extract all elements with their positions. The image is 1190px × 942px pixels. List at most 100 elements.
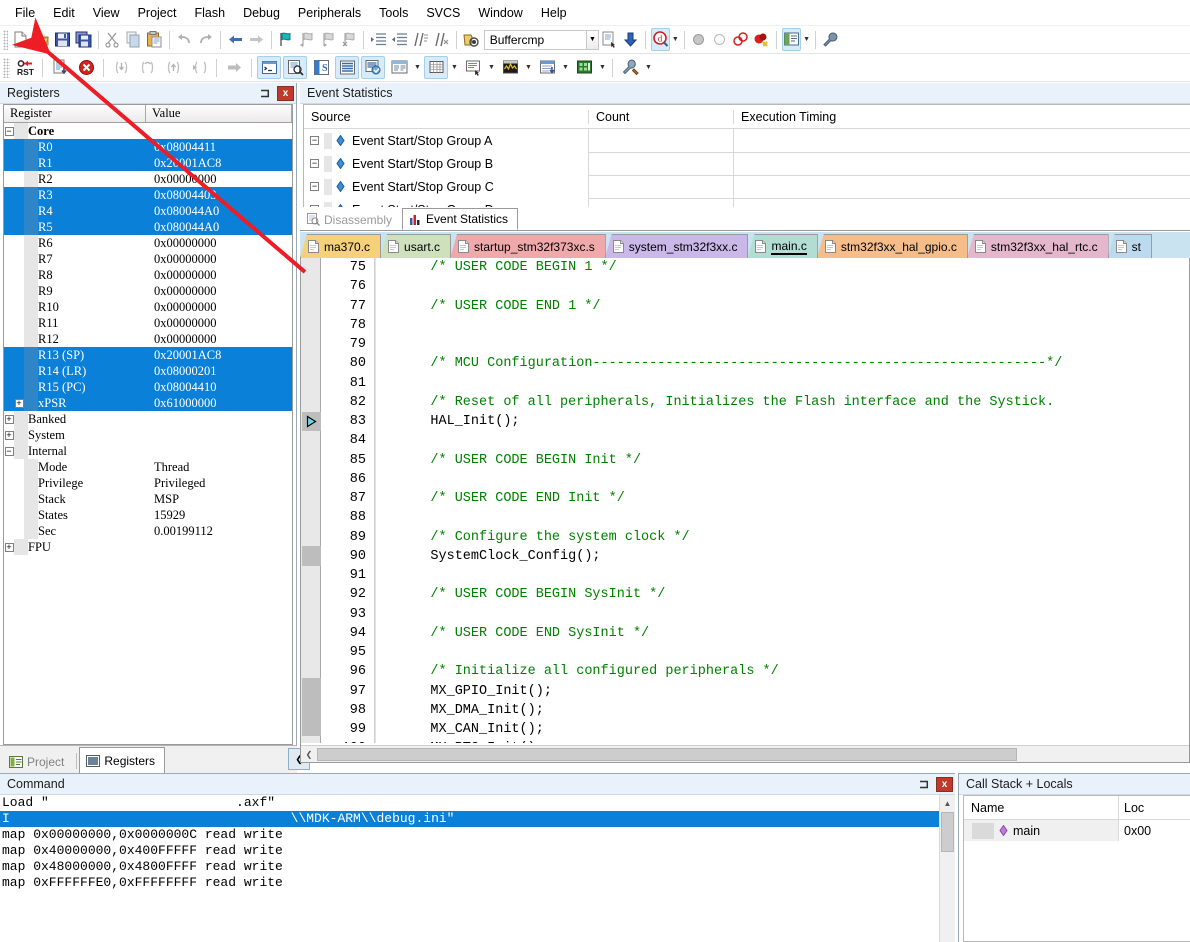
registers-column-register[interactable]: Register xyxy=(4,105,146,122)
toolbar-grip[interactable] xyxy=(3,30,8,50)
code-line[interactable]: 87 /* USER CODE END Init */ xyxy=(321,489,1189,508)
expand-toggle[interactable]: − xyxy=(310,136,319,145)
register-row[interactable]: R15 (PC)0x08004410 xyxy=(4,379,292,395)
register-row[interactable]: R14 (LR)0x08000201 xyxy=(4,363,292,379)
prev-bookmark-button[interactable] xyxy=(297,28,316,51)
dock-tab-project[interactable]: Project xyxy=(2,749,74,773)
code-line[interactable]: 76 xyxy=(321,277,1189,296)
register-row[interactable]: R60x00000000 xyxy=(4,235,292,251)
register-row[interactable]: R10x20001AC8 xyxy=(4,155,292,171)
scrollbar-thumb[interactable] xyxy=(941,812,954,852)
step-over-button[interactable] xyxy=(135,56,159,79)
menu-item-view[interactable]: View xyxy=(84,3,129,23)
disassembly-window-button[interactable] xyxy=(283,56,307,79)
register-row[interactable]: ModeThread xyxy=(4,459,292,475)
menu-item-flash[interactable]: Flash xyxy=(185,3,234,23)
batch-build-button[interactable] xyxy=(600,28,619,51)
debug-dropdown-caret[interactable]: ▼ xyxy=(671,28,680,51)
code-line[interactable]: 92 /* USER CODE BEGIN SysInit */ xyxy=(321,585,1189,604)
undo-button[interactable] xyxy=(175,28,194,51)
command-line[interactable]: I \\MDK-ARM\\debug.ini" xyxy=(0,811,939,827)
step-out-button[interactable] xyxy=(161,56,185,79)
project-name-field[interactable]: Buffercmp xyxy=(484,30,587,50)
comment-button[interactable] xyxy=(411,28,430,51)
code-line[interactable]: 95 xyxy=(321,643,1189,662)
register-row[interactable]: R20x00000000 xyxy=(4,171,292,187)
event-row[interactable]: −Event Start/Stop Group B xyxy=(304,152,1190,175)
debug-settings-button[interactable] xyxy=(618,56,642,79)
code-line[interactable]: 97 MX_GPIO_Init(); xyxy=(321,682,1189,701)
code-line[interactable]: 83 HAL_Init(); xyxy=(321,412,1189,431)
uncomment-button[interactable] xyxy=(432,28,451,51)
analysis-windows-button[interactable] xyxy=(498,56,522,79)
column-location[interactable]: Loc xyxy=(1119,801,1190,815)
scroll-up-button[interactable]: ▲ xyxy=(940,795,955,811)
menu-item-file[interactable]: File xyxy=(6,3,44,23)
pin-icon[interactable]: ⊐ xyxy=(257,85,273,101)
open-file-button[interactable] xyxy=(32,28,51,51)
code-line[interactable]: 96 /* Initialize all configured peripher… xyxy=(321,662,1189,681)
code-editor[interactable]: 75 /* USER CODE BEGIN 1 */7677 /* USER C… xyxy=(300,258,1190,763)
project-dropdown-button[interactable]: ▼ xyxy=(587,30,599,50)
command-output[interactable]: Load " .axf"I \\MDK-ARM\\debug.ini"map 0… xyxy=(0,795,939,942)
clear-bookmarks-button[interactable] xyxy=(339,28,358,51)
close-icon[interactable]: x xyxy=(277,86,294,101)
code-line[interactable]: 78 xyxy=(321,316,1189,335)
code-line[interactable]: 79 xyxy=(321,335,1189,354)
register-row[interactable]: R110x00000000 xyxy=(4,315,292,331)
register-group-internal[interactable]: −Internal xyxy=(4,443,292,459)
indent-left-button[interactable] xyxy=(390,28,409,51)
code-line[interactable]: 80 /* MCU Configuration-----------------… xyxy=(321,354,1189,373)
file-tab-stm32f3xx-hal-rtc-c[interactable]: stm32f3xx_hal_rtc.c xyxy=(967,234,1109,258)
copy-button[interactable] xyxy=(124,28,143,51)
register-row[interactable]: R00x08004411 xyxy=(4,139,292,155)
navigate-back-button[interactable] xyxy=(226,28,245,51)
navigate-forward-button[interactable] xyxy=(247,28,266,51)
register-row[interactable]: +xPSR0x61000000 xyxy=(4,395,292,411)
code-line[interactable]: 98 MX_DMA_Init(); xyxy=(321,701,1189,720)
configure-target-button[interactable] xyxy=(821,28,840,51)
code-line[interactable]: 100 MX_RTC_Init(); xyxy=(321,739,1189,743)
tab-disassembly[interactable]: Disassembly xyxy=(300,209,402,230)
pin-icon[interactable]: ⊐ xyxy=(916,776,932,792)
code-line[interactable]: 93 xyxy=(321,605,1189,624)
step-into-button[interactable] xyxy=(109,56,133,79)
next-bookmark-button[interactable] xyxy=(318,28,337,51)
memory-dropdown-caret[interactable]: ▼ xyxy=(449,56,460,79)
reset-cpu-button[interactable]: RST xyxy=(13,56,37,79)
file-tab-usart-c[interactable]: usart.c xyxy=(380,234,451,258)
menu-item-help[interactable]: Help xyxy=(532,3,576,23)
indent-right-button[interactable] xyxy=(369,28,388,51)
register-row[interactable]: R13 (SP)0x20001AC8 xyxy=(4,347,292,363)
registers-window-button[interactable] xyxy=(335,56,359,79)
column-name[interactable]: Name xyxy=(964,796,1119,820)
code-line[interactable]: 84 xyxy=(321,431,1189,450)
code-line[interactable]: 88 xyxy=(321,508,1189,527)
code-line[interactable]: 75 /* USER CODE BEGIN 1 */ xyxy=(321,258,1189,277)
register-row[interactable]: States15929 xyxy=(4,507,292,523)
register-row[interactable]: Sec0.00199112 xyxy=(4,523,292,539)
command-line[interactable]: map 0x40000000,0x400FFFFF read write xyxy=(0,843,939,859)
register-row[interactable]: R90x00000000 xyxy=(4,283,292,299)
code-line[interactable]: 85 /* USER CODE BEGIN Init */ xyxy=(321,451,1189,470)
call-stack-window-button[interactable] xyxy=(361,56,385,79)
stop-button[interactable] xyxy=(74,56,98,79)
system-analyzer-button[interactable] xyxy=(572,56,596,79)
new-file-button[interactable] xyxy=(11,28,30,51)
trace-dropdown-caret[interactable]: ▼ xyxy=(560,56,571,79)
dock-tab-registers[interactable]: Registers xyxy=(79,747,165,773)
register-row[interactable]: StackMSP xyxy=(4,491,292,507)
command-line[interactable]: map 0xFFFFFFE0,0xFFFFFFFF read write xyxy=(0,875,939,891)
save-all-button[interactable] xyxy=(74,28,93,51)
menu-item-project[interactable]: Project xyxy=(129,3,186,23)
file-tab-ma370-c[interactable]: ma370.c xyxy=(300,234,381,258)
column-source[interactable]: Source xyxy=(304,110,589,124)
kill-all-breakpoints-button[interactable] xyxy=(752,28,771,51)
analysis-dropdown-caret[interactable]: ▼ xyxy=(523,56,534,79)
cut-button[interactable] xyxy=(103,28,122,51)
call-stack-row[interactable]: main0x00 xyxy=(964,820,1190,841)
file-tab-st[interactable]: st xyxy=(1108,234,1152,258)
watch-windows-button[interactable] xyxy=(387,56,411,79)
debug-settings-dropdown-caret[interactable]: ▼ xyxy=(643,56,654,79)
expand-toggle[interactable]: − xyxy=(310,182,319,191)
